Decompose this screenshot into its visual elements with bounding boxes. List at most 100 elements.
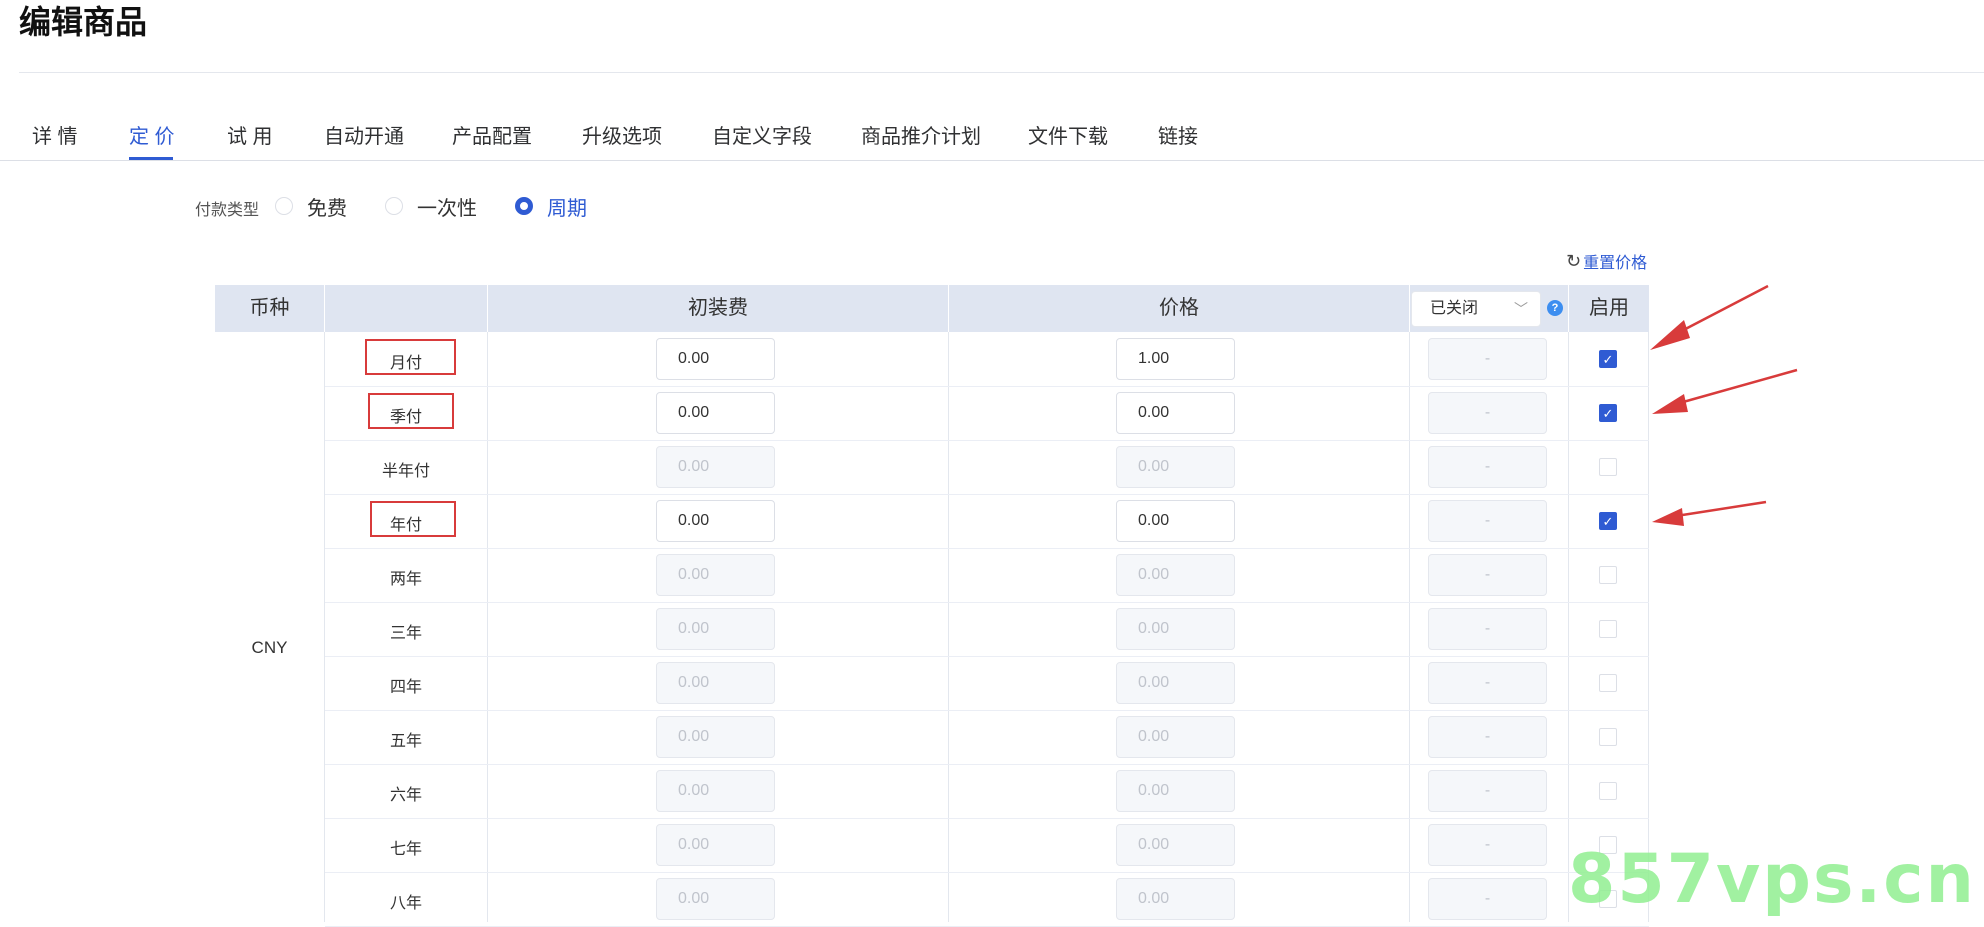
extra-field: - <box>1428 608 1547 650</box>
enable-checkbox[interactable]: ✓ <box>1599 350 1617 368</box>
reset-price-label: 重置价格 <box>1583 255 1648 272</box>
watermark-text: 857vps.cn <box>1568 840 1976 919</box>
annotation-arrow-3 <box>1652 500 1767 526</box>
header-divider <box>1409 285 1410 332</box>
setup-fee-input[interactable]: 0.00 <box>656 824 775 866</box>
payment-option-recurring[interactable]: 周期 <box>515 191 587 221</box>
header-period <box>325 285 487 332</box>
annotation-arrow-1 <box>1650 284 1769 350</box>
setup-fee-input[interactable]: 0.00 <box>656 878 775 920</box>
enable-checkbox[interactable] <box>1599 620 1617 638</box>
price-input[interactable]: 0.00 <box>1116 392 1235 434</box>
period-label: 四年 <box>389 679 422 696</box>
reset-price-link[interactable]: ↻ 重置价格 <box>1566 249 1647 273</box>
header-price: 价格 <box>1159 297 1199 319</box>
period-label: 七年 <box>389 841 422 858</box>
row-divider <box>325 602 1649 603</box>
column-divider <box>487 332 488 922</box>
tab-bar: 详 情 定 价 试 用 自动开通 产品配置 升级选项 自定义字段 商品推介计划 … <box>0 110 1984 161</box>
extra-field: - <box>1428 500 1547 542</box>
enable-checkbox[interactable]: ✓ <box>1599 512 1617 530</box>
table-header: 币种 初装费 价格 已关闭 ﹀ ? 启用 <box>215 285 1649 332</box>
payment-option-label: 一次性 <box>417 197 477 220</box>
enable-checkbox[interactable] <box>1599 728 1617 746</box>
setup-fee-input[interactable]: 0.00 <box>656 608 775 650</box>
extra-field: - <box>1428 716 1547 758</box>
column-divider <box>1568 332 1569 922</box>
annotation-box <box>365 339 456 375</box>
radio-icon <box>275 197 293 215</box>
payment-option-onetime[interactable]: 一次性 <box>385 191 477 221</box>
column-divider <box>948 332 949 922</box>
enable-checkbox[interactable] <box>1599 458 1617 476</box>
period-cell: 八年 <box>325 885 487 917</box>
payment-option-label: 周期 <box>547 197 587 220</box>
tab-links[interactable]: 链接 <box>1158 120 1198 149</box>
radio-icon <box>385 197 403 215</box>
price-input[interactable]: 0.00 <box>1116 662 1235 704</box>
price-input[interactable]: 0.00 <box>1116 770 1235 812</box>
price-input[interactable]: 0.00 <box>1116 878 1235 920</box>
price-input[interactable]: 1.00 <box>1116 338 1235 380</box>
refresh-icon: ↻ <box>1566 250 1582 271</box>
enable-checkbox[interactable] <box>1599 566 1617 584</box>
setup-fee-input[interactable]: 0.00 <box>656 716 775 758</box>
setup-fee-input[interactable]: 0.00 <box>656 662 775 704</box>
row-divider <box>325 656 1649 657</box>
payment-type-label: 付款类型 <box>195 202 260 219</box>
setup-fee-input[interactable]: 0.00 <box>656 446 775 488</box>
period-label: 八年 <box>389 895 422 912</box>
period-cell: 四年 <box>325 669 487 701</box>
price-input[interactable]: 0.00 <box>1116 824 1235 866</box>
tab-auto-provision[interactable]: 自动开通 <box>324 120 404 149</box>
column-divider <box>1648 332 1649 922</box>
enable-checkbox[interactable]: ✓ <box>1599 404 1617 422</box>
tab-trial[interactable]: 试 用 <box>227 120 273 149</box>
tab-downloads[interactable]: 文件下载 <box>1028 120 1108 149</box>
check-icon: ✓ <box>1602 352 1614 367</box>
setup-fee-input[interactable]: 0.00 <box>656 500 775 542</box>
setup-fee-input[interactable]: 0.00 <box>656 770 775 812</box>
enable-checkbox[interactable] <box>1599 674 1617 692</box>
period-cell: 七年 <box>325 831 487 863</box>
currency-cell: CNY <box>251 638 288 657</box>
price-input[interactable]: 0.00 <box>1116 554 1235 596</box>
tab-pricing[interactable]: 定 价 <box>129 120 175 149</box>
check-icon: ✓ <box>1602 406 1614 421</box>
tab-custom-fields[interactable]: 自定义字段 <box>712 120 812 149</box>
tab-details[interactable]: 详 情 <box>32 120 78 149</box>
enable-checkbox[interactable] <box>1599 782 1617 800</box>
period-cell: 六年 <box>325 777 487 809</box>
chevron-down-icon: ﹀ <box>1514 301 1528 317</box>
period-cell: 半年付 <box>325 453 487 485</box>
extra-field: - <box>1428 824 1547 866</box>
header-setup-fee: 初装费 <box>688 297 748 319</box>
header-currency: 币种 <box>249 297 290 319</box>
price-input[interactable]: 0.00 <box>1116 446 1235 488</box>
payment-option-label: 免费 <box>307 197 347 220</box>
price-input[interactable]: 0.00 <box>1116 500 1235 542</box>
status-select-value: 已关闭 <box>1430 300 1479 317</box>
setup-fee-input[interactable]: 0.00 <box>656 554 775 596</box>
payment-option-free[interactable]: 免费 <box>275 191 347 221</box>
extra-field: - <box>1428 392 1547 434</box>
annotation-arrow-2 <box>1652 368 1798 414</box>
check-icon: ✓ <box>1602 514 1614 529</box>
row-divider <box>325 818 1649 819</box>
extra-field: - <box>1428 662 1547 704</box>
tab-product-config[interactable]: 产品配置 <box>452 120 532 149</box>
title-divider <box>19 72 1984 73</box>
tab-upgrade-options[interactable]: 升级选项 <box>582 120 662 149</box>
price-input[interactable]: 0.00 <box>1116 716 1235 758</box>
setup-fee-input[interactable]: 0.00 <box>656 338 775 380</box>
setup-fee-input[interactable]: 0.00 <box>656 392 775 434</box>
header-divider <box>1568 285 1569 332</box>
period-cell: 两年 <box>325 561 487 593</box>
extra-field: - <box>1428 878 1547 920</box>
extra-field: - <box>1428 446 1547 488</box>
help-icon[interactable]: ? <box>1547 300 1563 316</box>
row-divider <box>325 494 1649 495</box>
status-select[interactable]: 已关闭 ﹀ <box>1411 291 1541 327</box>
price-input[interactable]: 0.00 <box>1116 608 1235 650</box>
tab-affiliate-plan[interactable]: 商品推介计划 <box>861 120 981 149</box>
